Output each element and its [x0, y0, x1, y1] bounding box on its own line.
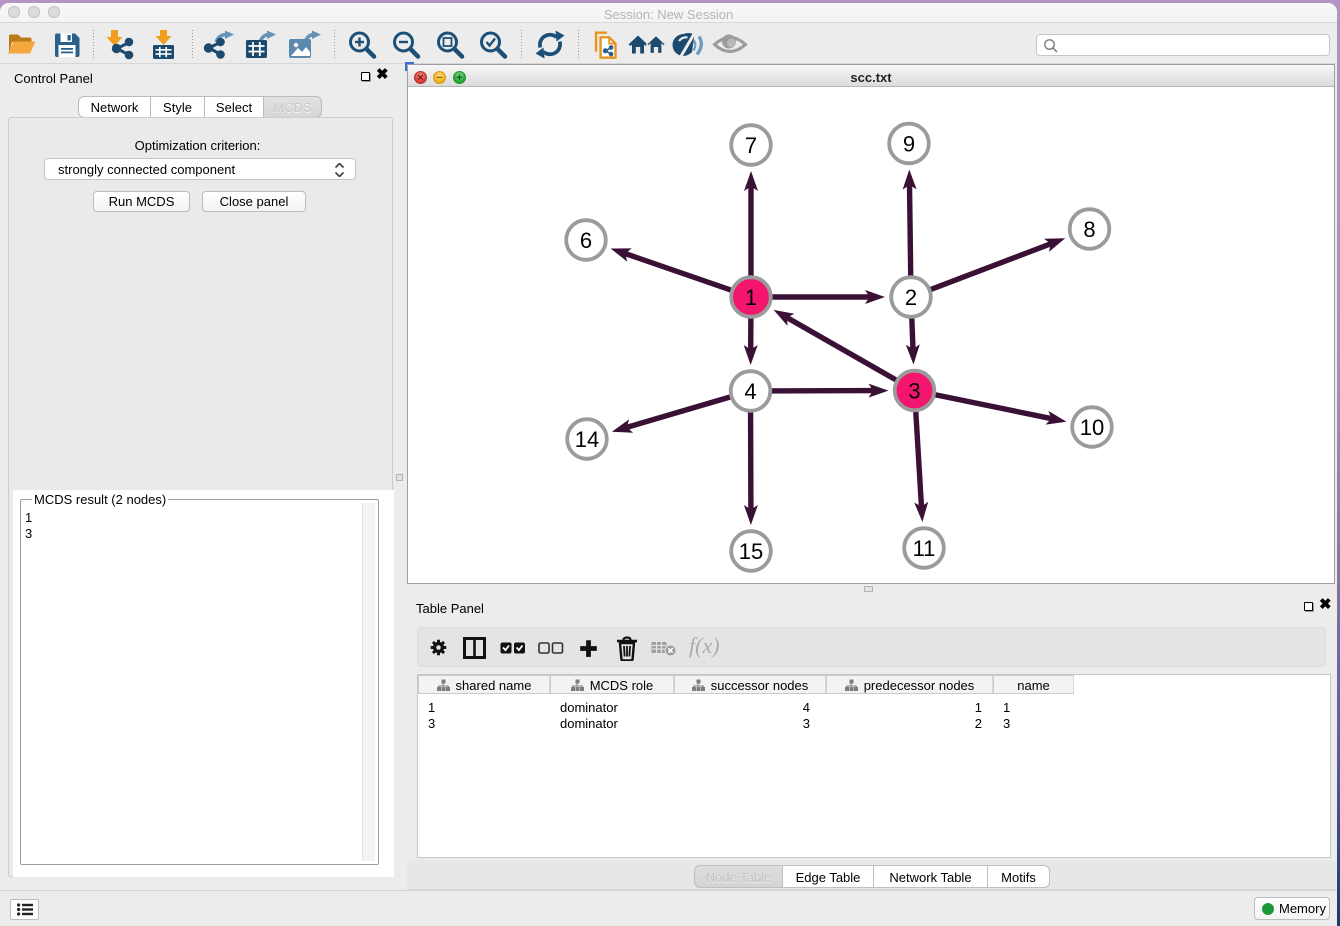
svg-text:15: 15	[739, 539, 763, 564]
svg-text:1: 1	[745, 285, 757, 310]
svg-text:3: 3	[908, 379, 920, 404]
svg-text:14: 14	[575, 427, 599, 452]
svg-text:2: 2	[905, 285, 917, 310]
svg-text:9: 9	[903, 132, 915, 157]
svg-text:8: 8	[1083, 217, 1095, 242]
svg-text:6: 6	[580, 228, 592, 253]
svg-text:7: 7	[745, 133, 757, 158]
svg-text:11: 11	[913, 536, 936, 561]
svg-text:10: 10	[1080, 415, 1104, 440]
svg-text:4: 4	[744, 379, 756, 404]
